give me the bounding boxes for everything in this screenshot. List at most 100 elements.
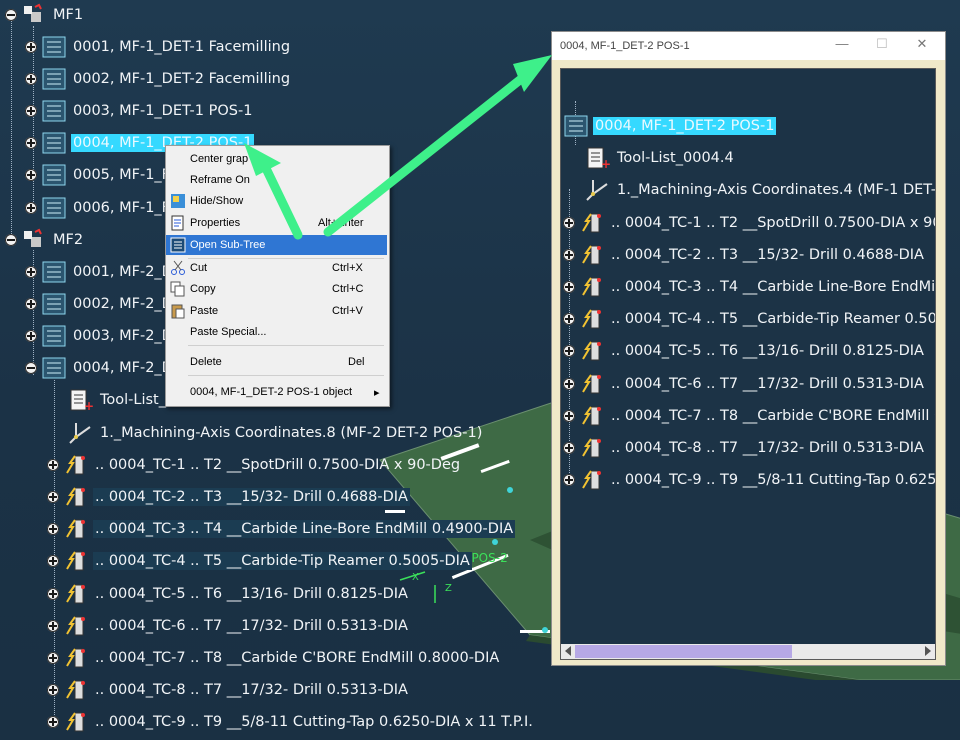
tree-node-mf1[interactable]: MF1 bbox=[5, 2, 85, 28]
subtree-node-op-9[interactable]: .. 0004_TC-9 .. T9 __5/8-11 Cutting-Tap … bbox=[563, 467, 935, 493]
tree-node-mf1-0005[interactable]: 0005, MF-1_F bbox=[25, 162, 172, 188]
expand-icon[interactable] bbox=[25, 266, 37, 278]
tree-node-mf1-0002[interactable]: 0002, MF-1_DET-2 Facemilling bbox=[25, 66, 292, 92]
scrollbar-thumb[interactable] bbox=[575, 645, 792, 658]
horizontal-scrollbar[interactable] bbox=[561, 644, 935, 659]
subtree-node-op-8[interactable]: .. 0004_TC-8 .. T7 __17/32- Drill 0.5313… bbox=[563, 435, 926, 461]
tool-list-icon: + bbox=[70, 389, 94, 412]
expand-icon[interactable] bbox=[47, 555, 59, 567]
subtree-node-op-6[interactable]: .. 0004_TC-6 .. T7 __17/32- Drill 0.5313… bbox=[563, 371, 926, 397]
expand-icon[interactable] bbox=[25, 169, 37, 181]
expand-icon[interactable] bbox=[25, 105, 37, 117]
expand-icon[interactable] bbox=[25, 202, 37, 214]
tree-node-op-1[interactable]: .. 0004_TC-1 .. T2 __SpotDrill 0.7500-DI… bbox=[47, 452, 462, 478]
tree-node-op-5[interactable]: .. 0004_TC-5 .. T6 __13/16- Drill 0.8125… bbox=[47, 581, 410, 607]
tree-node-op-3[interactable]: .. 0004_TC-3 .. T4 __Carbide Line-Bore E… bbox=[47, 516, 516, 542]
subtree-node-op-3[interactable]: .. 0004_TC-3 .. T4 __Carbide Line-Bore E… bbox=[563, 274, 935, 300]
subtree-node-op-4[interactable]: .. 0004_TC-4 .. T5 __Carbide-Tip Reamer … bbox=[563, 306, 935, 332]
tree-node-mf2[interactable]: MF2 bbox=[5, 227, 85, 253]
tree-node-op-6[interactable]: .. 0004_TC-6 .. T7 __17/32- Drill 0.5313… bbox=[47, 613, 410, 639]
subtree-node-axis[interactable]: 1._Machining-Axis Coordinates.4 (MF-1 DE… bbox=[585, 177, 935, 203]
menu-item-copy[interactable]: Copy Ctrl+C bbox=[166, 279, 387, 299]
tree-node-mf2-0001[interactable]: 0001, MF-2_D bbox=[25, 259, 175, 285]
tree-node-op-9[interactable]: .. 0004_TC-9 .. T9 __5/8-11 Cutting-Tap … bbox=[47, 709, 535, 735]
menu-item-delete[interactable]: Delete Del bbox=[166, 352, 387, 372]
expand-icon[interactable] bbox=[25, 137, 37, 149]
tree-node-mf1-0001[interactable]: 0001, MF-1_DET-1 Facemilling bbox=[25, 34, 292, 60]
minimize-button[interactable]: — bbox=[832, 36, 852, 54]
tree-label: MF1 bbox=[53, 7, 84, 23]
collapse-icon[interactable] bbox=[5, 9, 17, 21]
menu-item-properties[interactable]: Properties Alt+Enter bbox=[166, 213, 387, 233]
menu-item-reframe-on[interactable]: Reframe On bbox=[166, 170, 387, 190]
subtree-node-op-5[interactable]: .. 0004_TC-5 .. T6 __13/16- Drill 0.8125… bbox=[563, 338, 926, 364]
tool-change-icon bbox=[582, 341, 601, 361]
tool-change-icon bbox=[582, 277, 601, 297]
expand-icon[interactable] bbox=[563, 313, 575, 325]
tree-label: 0001, MF-2_D bbox=[73, 264, 173, 280]
maximize-button[interactable]: ☐ bbox=[872, 36, 892, 54]
tree-label: .. 0004_TC-2 .. T3 __15/32- Drill 0.4688… bbox=[93, 488, 410, 506]
expand-icon[interactable] bbox=[47, 684, 59, 696]
expand-icon[interactable] bbox=[563, 378, 575, 390]
tool-change-icon bbox=[66, 519, 85, 539]
expand-icon[interactable] bbox=[563, 249, 575, 261]
expand-icon[interactable] bbox=[47, 491, 59, 503]
menu-item-cut[interactable]: Cut Ctrl+X bbox=[166, 258, 387, 278]
tool-change-icon bbox=[66, 584, 85, 604]
subtree-root-node[interactable]: 0004, MF-1_DET-2 POS-1 bbox=[563, 113, 777, 139]
tree-node-mf1-0003[interactable]: 0003, MF-1_DET-1 POS-1 bbox=[25, 98, 254, 124]
expand-icon[interactable] bbox=[563, 442, 575, 454]
tree-node-op-4[interactable]: .. 0004_TC-4 .. T5 __Carbide-Tip Reamer … bbox=[47, 548, 472, 574]
part-operation-icon bbox=[42, 164, 66, 186]
menu-item-paste-special[interactable]: Paste Special... bbox=[166, 322, 387, 342]
expand-icon[interactable] bbox=[563, 474, 575, 486]
scroll-right-icon[interactable] bbox=[925, 646, 931, 656]
tree-node-mf2-0002[interactable]: 0002, MF-2_D bbox=[25, 291, 175, 317]
tree-node-mf1-0006[interactable]: 0006, MF-1_F bbox=[25, 195, 172, 221]
tree-label: 0003, MF-1_DET-1 POS-1 bbox=[73, 103, 253, 119]
menu-item-shortcut: Ctrl+V bbox=[332, 305, 363, 317]
tree-node-op-7[interactable]: .. 0004_TC-7 .. T8 __Carbide C'BORE EndM… bbox=[47, 645, 501, 671]
expand-icon[interactable] bbox=[25, 73, 37, 85]
part-operation-icon bbox=[564, 115, 588, 137]
expand-icon[interactable] bbox=[563, 345, 575, 357]
expand-icon[interactable] bbox=[25, 298, 37, 310]
menu-item-open-sub-tree[interactable]: Open Sub-Tree bbox=[166, 235, 387, 255]
expand-icon[interactable] bbox=[563, 410, 575, 422]
expand-icon[interactable] bbox=[47, 459, 59, 471]
subtree-node-tool-list[interactable]: + Tool-List_0004.4 bbox=[585, 145, 736, 171]
part-operation-icon bbox=[42, 100, 66, 122]
tree-node-axis[interactable]: 1._Machining-Axis Coordinates.8 (MF-2 DE… bbox=[68, 420, 484, 446]
expand-icon[interactable] bbox=[47, 523, 59, 535]
subtree-node-op-2[interactable]: .. 0004_TC-2 .. T3 __15/32- Drill 0.4688… bbox=[563, 242, 926, 268]
svg-text:+: + bbox=[601, 157, 611, 170]
menu-item-hide-show[interactable]: Hide/Show bbox=[166, 191, 387, 211]
collapse-icon[interactable] bbox=[5, 234, 17, 246]
collapse-icon[interactable] bbox=[25, 362, 37, 374]
scroll-left-icon[interactable] bbox=[565, 646, 571, 656]
expand-icon[interactable] bbox=[47, 588, 59, 600]
tree-label: 1._Machining-Axis Coordinates.8 (MF-2 DE… bbox=[100, 425, 483, 441]
tree-node-mf2-0003[interactable]: 0003, MF-2_D bbox=[25, 323, 175, 349]
expand-icon[interactable] bbox=[563, 281, 575, 293]
expand-icon[interactable] bbox=[47, 716, 59, 728]
menu-item-object-submenu[interactable]: 0004, MF-1_DET-2 POS-1 object ▸ bbox=[166, 382, 387, 402]
window-title-bar[interactable]: 0004, MF-1_DET-2 POS-1 — ☐ ✕ bbox=[552, 32, 945, 60]
tree-node-op-2[interactable]: .. 0004_TC-2 .. T3 __15/32- Drill 0.4688… bbox=[47, 484, 410, 510]
expand-icon[interactable] bbox=[563, 217, 575, 229]
menu-item-center-graph[interactable]: Center grap bbox=[166, 149, 387, 169]
expand-icon[interactable] bbox=[25, 41, 37, 53]
subtree-node-op-1[interactable]: .. 0004_TC-1 .. T2 __SpotDrill 0.7500-DI… bbox=[563, 210, 935, 236]
expand-icon[interactable] bbox=[47, 652, 59, 664]
subtree-node-op-7[interactable]: .. 0004_TC-7 .. T8 __Carbide C'BORE EndM… bbox=[563, 403, 935, 429]
expand-icon[interactable] bbox=[25, 330, 37, 342]
tree-node-op-8[interactable]: .. 0004_TC-8 .. T7 __17/32- Drill 0.5313… bbox=[47, 677, 410, 703]
expand-icon[interactable] bbox=[47, 620, 59, 632]
axis-system-icon bbox=[586, 180, 608, 201]
tree-node-mf2-0004[interactable]: 0004, MF-2_D bbox=[25, 355, 175, 381]
menu-item-paste[interactable]: Paste Ctrl+V bbox=[166, 301, 387, 321]
tool-change-icon bbox=[582, 309, 601, 329]
close-button[interactable]: ✕ bbox=[912, 36, 932, 54]
part-operation-icon bbox=[42, 197, 66, 219]
